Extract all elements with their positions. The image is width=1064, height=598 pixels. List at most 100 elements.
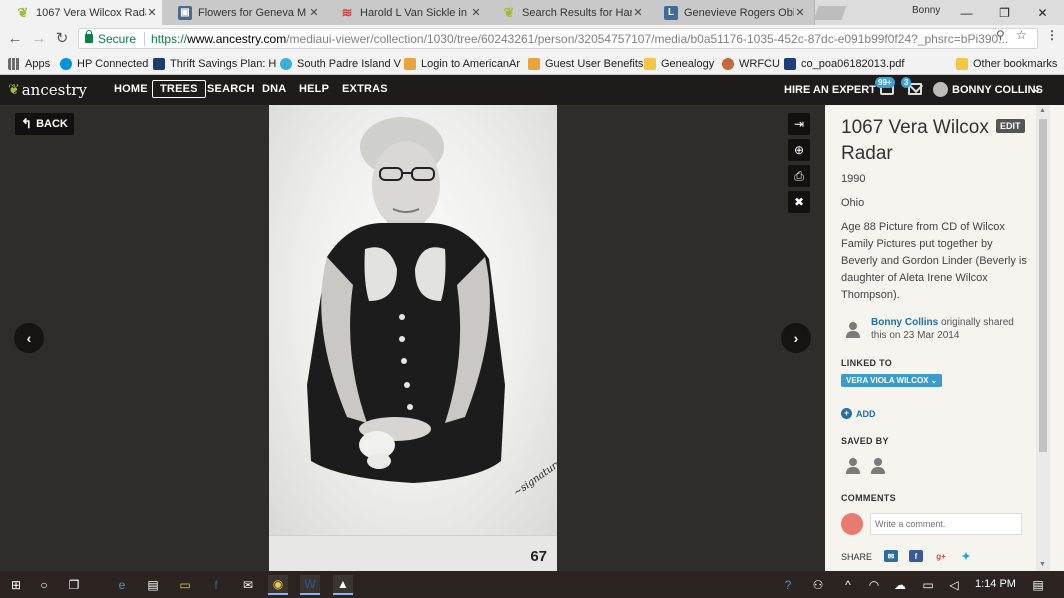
bookmark-ribbon-icon: ≋ — [341, 4, 353, 20]
bookmark-apps[interactable]: Apps — [8, 56, 50, 72]
tab-vera-wilcox-radar[interactable]: ❦ 1067 Vera Wilcox Radar ✕ — [0, 0, 167, 25]
print-icon[interactable]: ⎙ — [788, 165, 810, 187]
avatar[interactable] — [933, 82, 948, 97]
umbrella-icon — [280, 58, 292, 70]
address-bar[interactable]: Secure https://www.ancestry.com/mediaui-… — [78, 28, 1038, 49]
close-tab-icon[interactable]: ✕ — [470, 6, 482, 19]
search-icon[interactable]: ⚲ — [996, 28, 1005, 42]
close-tab-icon[interactable]: ✕ — [146, 6, 158, 19]
person-icon — [846, 322, 860, 338]
tab-harold-van-sickle[interactable]: ≋ Harold L Van Sickle in W ✕ — [324, 0, 491, 25]
photos-app-icon[interactable]: ▲ — [333, 575, 353, 595]
ancestry-logo[interactable]: ❦ ancestry — [8, 81, 87, 99]
media-photo[interactable]: ~signature~ 67 — [269, 105, 557, 571]
wifi-icon[interactable]: ◠ — [864, 575, 884, 595]
nav-trees[interactable]: TREES — [152, 80, 206, 98]
comment-input[interactable] — [870, 513, 1022, 535]
nav-search[interactable]: SEARCH — [207, 83, 255, 95]
minimize-icon[interactable]: — — [949, 0, 984, 25]
person-icon[interactable] — [846, 458, 860, 474]
word-icon[interactable]: W — [300, 575, 320, 595]
close-tab-icon[interactable]: ✕ — [308, 6, 320, 19]
back-arrow-icon[interactable]: ← — [6, 29, 24, 47]
hire-an-expert-link[interactable]: HIRE AN EXPERT — [784, 84, 876, 96]
restore-icon[interactable]: ❐ — [987, 0, 1022, 25]
avatar — [841, 513, 863, 535]
linked-person-chip[interactable]: VERA VIOLA WILCOX ⌄ — [841, 374, 943, 387]
star-icon[interactable]: ☆ — [1016, 28, 1027, 42]
task-view-icon[interactable]: ❐ — [64, 575, 84, 595]
facebook-app-icon[interactable]: f — [206, 575, 226, 595]
browser-toolbar: ← → ↻ Secure https://www.ancestry.com/me… — [0, 25, 1064, 52]
google-plus-share-icon[interactable]: g+ — [934, 550, 948, 562]
file-explorer-icon[interactable]: ▭ — [175, 575, 195, 595]
volume-icon[interactable]: ◁ — [944, 575, 964, 595]
edge-icon[interactable]: e — [112, 575, 132, 595]
pdf-icon — [784, 58, 796, 70]
nav-extras[interactable]: EXTRAS — [342, 83, 388, 95]
chevron-up-icon[interactable]: ^ — [838, 575, 858, 595]
twitter-share-icon[interactable]: ✦ — [959, 550, 973, 563]
onedrive-icon[interactable]: ☁ — [890, 575, 910, 595]
scroll-down-icon[interactable]: ▼ — [1039, 561, 1046, 568]
bookmark-genealogy[interactable]: Genealogy — [644, 56, 714, 72]
bookmark-thrift-savings[interactable]: Thrift Savings Plan: H — [153, 56, 276, 72]
tab-genevieve-rogers[interactable]: L Genevieve Rogers Obitu ✕ — [648, 0, 815, 25]
panel-scrollbar[interactable]: ▲ ▼ — [1036, 105, 1050, 571]
bookmark-label: HP Connected — [77, 58, 149, 70]
add-link-button[interactable]: + ADD — [841, 408, 876, 419]
close-tab-icon[interactable]: ✕ — [632, 6, 644, 19]
reload-icon[interactable]: ↻ — [53, 29, 71, 47]
mail-app-icon[interactable]: ✉ — [238, 575, 258, 595]
email-share-icon[interactable]: ✉ — [884, 550, 898, 562]
tools-icon[interactable]: ✖ — [788, 191, 810, 213]
people-icon[interactable]: ⚇ — [808, 575, 828, 595]
close-tab-icon[interactable]: ✕ — [794, 6, 806, 19]
bookmark-hp-connected[interactable]: HP Connected — [60, 56, 148, 72]
bookmark-login-american[interactable]: Login to AmericanAr — [404, 56, 520, 72]
shared-by-link[interactable]: Bonny Collins — [871, 317, 938, 328]
divider — [144, 31, 146, 46]
battery-icon[interactable]: ▭ — [918, 575, 938, 595]
tab-search-results-harold[interactable]: ❦ Search Results for Harold ✕ — [486, 0, 653, 25]
scroll-up-icon[interactable]: ▲ — [1039, 107, 1046, 114]
site-icon — [722, 58, 734, 70]
collapse-panel-icon[interactable]: ⇥ — [788, 113, 810, 135]
back-button[interactable]: ↰ BACK — [15, 113, 74, 135]
windows-start-icon[interactable]: ⊞ — [6, 575, 26, 595]
edit-button[interactable]: EDIT — [996, 119, 1025, 133]
window-close-icon[interactable]: ✕ — [1025, 0, 1060, 25]
site-icon — [404, 58, 416, 70]
tab-flowers-for-geneva[interactable]: ▣ Flowers for Geneva M "M ✕ — [162, 0, 329, 25]
saved-by-heading: SAVED BY — [841, 436, 889, 446]
chevron-down-icon[interactable]: ⌄ — [1032, 82, 1041, 95]
tab-title: Flowers for Geneva M "M — [198, 6, 308, 19]
clock[interactable]: 1:14 PM — [975, 578, 1016, 590]
bookmark-south-padre[interactable]: South Padre Island V — [280, 56, 401, 72]
photo-icon: ▣ — [178, 5, 192, 20]
zoom-in-icon[interactable]: ⊕ — [788, 139, 810, 161]
nav-dna[interactable]: DNA — [262, 83, 286, 95]
browser-profile-name[interactable]: Bonny — [912, 5, 940, 16]
new-tab-button[interactable] — [813, 6, 847, 20]
chrome-icon[interactable]: ◉ — [268, 575, 288, 595]
bookmark-guest-user-benefits[interactable]: Guest User Benefits — [528, 56, 643, 72]
linked-person-name: VERA VIOLA WILCOX — [846, 376, 929, 385]
user-menu[interactable]: BONNY COLLINS — [952, 84, 1043, 96]
previous-media-button[interactable]: ‹ — [14, 323, 44, 353]
person-icon[interactable] — [871, 458, 885, 474]
help-icon[interactable]: ? — [778, 575, 798, 595]
forward-arrow-icon[interactable]: → — [30, 29, 48, 47]
bookmark-other[interactable]: Other bookmarks — [956, 56, 1057, 72]
bookmark-co-poa-pdf[interactable]: co_poa06182013.pdf — [784, 56, 904, 72]
facebook-share-icon[interactable]: f — [909, 550, 923, 562]
scroll-thumb[interactable] — [1039, 119, 1047, 452]
nav-home[interactable]: HOME — [114, 83, 148, 95]
store-icon[interactable]: ▤ — [143, 575, 163, 595]
menu-kebab-icon[interactable]: ⋮ — [1046, 28, 1058, 42]
nav-help[interactable]: HELP — [299, 83, 329, 95]
next-media-button[interactable]: › — [781, 323, 811, 353]
cortana-icon[interactable]: ○ — [34, 575, 54, 595]
bookmark-wrfcu[interactable]: WRFCU — [722, 56, 780, 72]
action-center-icon[interactable]: ▤ — [1028, 575, 1048, 595]
